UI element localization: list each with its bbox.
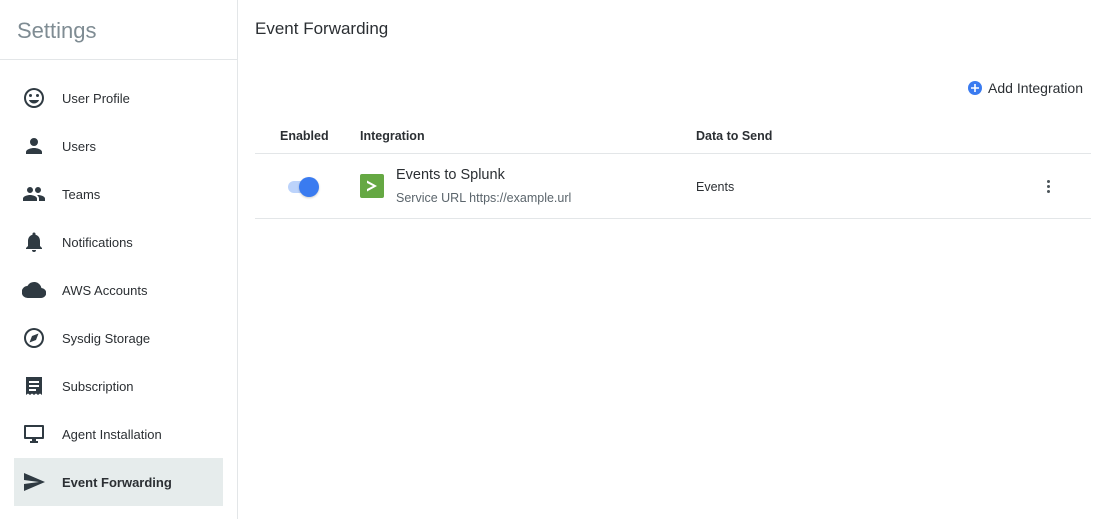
bell-icon	[22, 230, 46, 254]
sidebar-title: Settings	[17, 18, 97, 43]
sidebar-item-label: Users	[62, 138, 96, 154]
sidebar-item-teams[interactable]: Teams	[14, 170, 223, 218]
sidebar-item-agent-installation[interactable]: Agent Installation	[14, 410, 223, 458]
sidebar-item-label: Sysdig Storage	[62, 330, 151, 346]
page-title: Event Forwarding	[255, 19, 389, 38]
settings-sidebar: Settings User Profile Users Teams Notifi…	[0, 0, 238, 519]
cloud-icon	[22, 278, 46, 302]
main-content: Event Forwarding Add Integration Enabled…	[238, 0, 1107, 519]
table-header: Enabled Integration Data to Send	[255, 120, 1091, 154]
column-header-enabled: Enabled	[280, 129, 329, 143]
plus-circle-icon	[968, 81, 983, 95]
data-to-send-value: Events	[696, 180, 735, 194]
more-options-icon[interactable]	[1043, 176, 1053, 196]
settings-nav: User Profile Users Teams Notifications A…	[14, 74, 223, 506]
sidebar-item-aws-accounts[interactable]: AWS Accounts	[14, 266, 223, 314]
sidebar-item-users[interactable]: Users	[14, 122, 223, 170]
app: Settings User Profile Users Teams Notifi…	[0, 0, 1107, 519]
integration-name: Events to Splunk	[396, 167, 505, 183]
sidebar-item-label: AWS Accounts	[62, 282, 148, 298]
sidebar-divider	[0, 59, 237, 60]
table-row: Events to Splunk Service URL https://exa…	[255, 154, 1091, 219]
kebab-dot	[1046, 179, 1050, 183]
send-icon	[22, 470, 46, 494]
kebab-dot	[1046, 189, 1050, 193]
people-icon	[22, 182, 46, 206]
integrations-table: Enabled Integration Data to Send Events …	[255, 120, 1091, 219]
sidebar-item-label: Event Forwarding	[62, 474, 172, 490]
sidebar-item-notifications[interactable]: Notifications	[14, 218, 223, 266]
column-header-data-to-send: Data to Send	[696, 129, 773, 143]
sidebar-item-sysdig-storage[interactable]: Sysdig Storage	[14, 314, 223, 362]
enabled-toggle[interactable]	[288, 177, 320, 197]
sidebar-item-label: Teams	[62, 186, 101, 202]
add-integration-label: Add Integration	[988, 80, 1083, 96]
sidebar-item-label: Agent Installation	[62, 426, 162, 442]
integration-service-url: Service URL https://example.url	[396, 191, 572, 205]
sidebar-item-event-forwarding[interactable]: Event Forwarding	[14, 458, 223, 506]
person-icon	[22, 134, 46, 158]
sidebar-item-label: Notifications	[62, 234, 133, 250]
receipt-icon	[22, 374, 46, 398]
sidebar-item-subscription[interactable]: Subscription	[14, 362, 223, 410]
splunk-icon	[360, 174, 384, 198]
kebab-dot	[1046, 184, 1050, 188]
sidebar-item-label: Subscription	[62, 378, 134, 394]
smiley-face-icon	[22, 86, 46, 110]
toggle-knob	[299, 177, 319, 197]
column-header-integration: Integration	[360, 129, 425, 143]
add-integration-button[interactable]: Add Integration	[968, 80, 1083, 96]
sidebar-item-user-profile[interactable]: User Profile	[14, 74, 223, 122]
storage-icon	[22, 326, 46, 350]
sidebar-item-label: User Profile	[62, 90, 130, 106]
monitor-icon	[22, 422, 46, 446]
